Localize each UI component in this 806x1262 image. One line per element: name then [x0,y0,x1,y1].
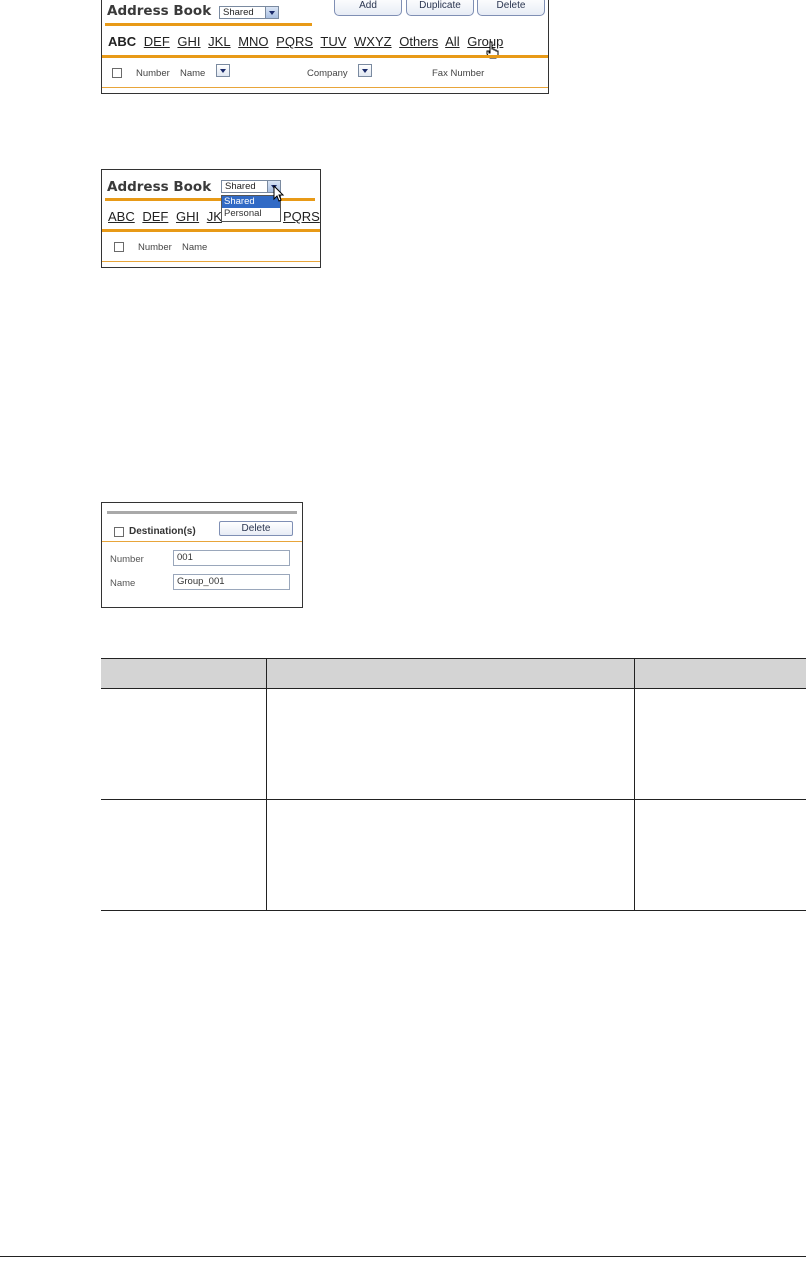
chevron-down-icon [265,7,278,18]
index-tabs-tail: PQRS [283,209,320,224]
index-tabs: ABC DEF GHI JK [108,209,226,224]
table-row [101,688,806,800]
index-tab-abc[interactable]: ABC [108,34,136,49]
duplicate-button[interactable]: Duplicate [406,0,474,16]
select-value: Shared [225,181,256,192]
table-cell [634,688,806,800]
address-book-panel-dropdown: Address Book Shared ABC DEF GHI JK PQRS … [101,169,321,268]
table-header-cell [634,658,806,689]
index-tab-ghi[interactable]: GHI [177,34,200,49]
column-company[interactable]: Company [307,68,348,79]
address-book-title: Address Book [107,3,212,19]
index-tab-abc[interactable]: ABC [108,209,135,224]
address-book-panel-full: Address Book Shared Add Duplicate Delete… [101,0,549,94]
option-personal[interactable]: Personal [222,208,280,220]
description-table [101,658,806,911]
table-header-cell [101,658,267,689]
index-tab-jk[interactable]: JK [207,209,222,224]
column-number[interactable]: Number [136,68,170,79]
column-fax-number[interactable]: Fax Number [432,68,484,79]
delete-button[interactable]: Delete [477,0,545,16]
index-tab-all[interactable]: All [445,34,459,49]
address-book-type-select[interactable]: Shared [219,6,279,19]
delete-button[interactable]: Delete [219,521,293,536]
destinations-checkbox[interactable] [114,527,124,537]
name-field[interactable]: Group_001 [173,574,290,590]
name-label: Name [110,578,136,589]
index-tab-wxyz[interactable]: WXYZ [354,34,392,49]
index-tab-jkl[interactable]: JKL [208,34,230,49]
select-all-checkbox[interactable] [112,68,122,78]
index-tab-def[interactable]: DEF [144,34,170,49]
index-tab-ghi[interactable]: GHI [176,209,199,224]
index-tab-def[interactable]: DEF [142,209,168,224]
table-cell [101,799,267,911]
sort-name-button[interactable] [216,64,230,77]
header-bottom-line [102,87,548,88]
arrow-cursor-icon [273,185,285,202]
table-cell [634,799,806,911]
table-row [101,799,806,911]
table-cell [101,688,267,800]
number-field[interactable]: 001 [173,550,290,566]
destinations-label: Destination(s) [129,526,196,537]
address-book-type-select[interactable]: Shared [221,180,281,193]
index-tabs: ABC DEF GHI JKL MNO PQRS TUV WXYZ Others… [108,34,507,49]
sort-company-button[interactable] [358,64,372,77]
type-dropdown-list: Shared Personal [221,195,281,222]
select-all-checkbox[interactable] [114,242,124,252]
table-cell [265,688,635,800]
table-header-cell [265,658,635,689]
add-button[interactable]: Add [334,0,402,16]
column-name[interactable]: Name [182,242,207,253]
index-tab-pqrs[interactable]: PQRS [276,34,313,49]
header-bottom-line [102,261,320,262]
column-number[interactable]: Number [138,242,172,253]
table-cell [265,799,635,911]
address-book-title: Address Book [107,179,212,195]
index-tab-tuv[interactable]: TUV [320,34,346,49]
table-header-row [101,658,806,689]
column-name[interactable]: Name [180,68,205,79]
index-tab-others[interactable]: Others [399,34,438,49]
group-edit-panel: Destination(s) Delete Number 001 Name Gr… [101,502,303,608]
header-divider [102,541,302,542]
index-tab-mno[interactable]: MNO [238,34,268,49]
option-shared[interactable]: Shared [222,196,280,208]
title-divider [105,23,312,26]
number-label: Number [110,554,144,565]
panel-top-bar [107,511,297,514]
index-tab-pqrs[interactable]: PQRS [283,209,320,224]
tabs-divider [102,229,320,232]
tabs-divider [102,55,548,58]
page-footer-rule [0,1256,806,1257]
select-value: Shared [223,7,254,18]
